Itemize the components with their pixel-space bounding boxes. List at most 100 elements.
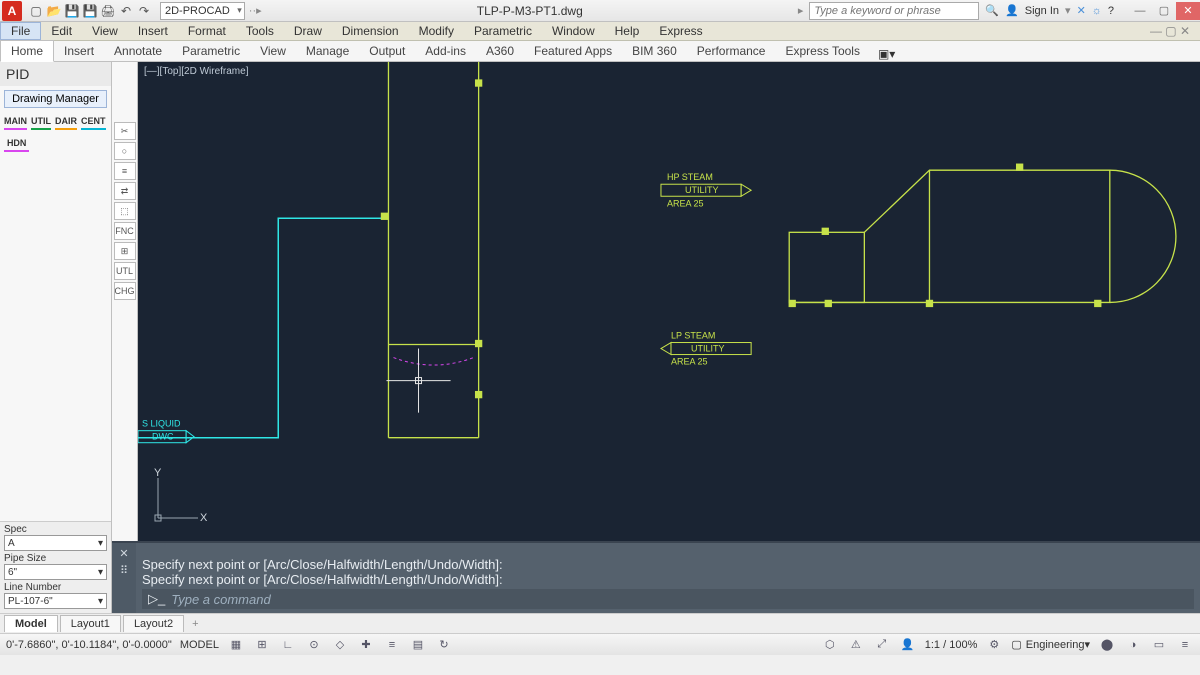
signin-caret-icon[interactable]: ▾ xyxy=(1065,4,1071,17)
exchange-icon[interactable]: ✕ xyxy=(1077,4,1086,17)
close-button[interactable]: ✕ xyxy=(1176,2,1200,20)
menu-file[interactable]: File xyxy=(0,22,41,40)
ribbon-featured[interactable]: Featured Apps xyxy=(524,41,622,61)
ribbon-addins[interactable]: Add-ins xyxy=(415,41,476,61)
cmd-handle-icon[interactable]: ⠿ xyxy=(120,564,128,577)
saveas-icon[interactable]: 💾 xyxy=(82,3,98,19)
sign-in-link[interactable]: Sign In xyxy=(1025,5,1059,17)
layout-layout2[interactable]: Layout2 xyxy=(123,615,184,632)
linenum-select[interactable]: PL-107-6"▾ xyxy=(4,593,107,609)
redo-icon[interactable]: ↷ xyxy=(136,3,152,19)
cmd-close-icon[interactable]: ✕ xyxy=(119,547,128,560)
annomonitor-icon[interactable]: ⚠ xyxy=(847,637,865,653)
ribbon-a360[interactable]: A360 xyxy=(476,41,524,61)
layout-model[interactable]: Model xyxy=(4,615,58,632)
doc-close-icon[interactable]: — ▢ ✕ xyxy=(1140,22,1200,40)
transparency-icon[interactable]: ▤ xyxy=(409,637,427,653)
osnap-icon[interactable]: ◇ xyxy=(331,637,349,653)
dyn-icon[interactable]: ✚ xyxy=(357,637,375,653)
menu-dimension[interactable]: Dimension xyxy=(332,22,409,40)
tool-lines[interactable]: ≡ xyxy=(114,162,136,180)
status-layer[interactable]: ▢ Engineering ▾ xyxy=(1011,638,1090,651)
annovis-icon[interactable]: 👤 xyxy=(899,637,917,653)
a360-icon[interactable]: ☼ xyxy=(1092,5,1102,17)
menu-window[interactable]: Window xyxy=(542,22,605,40)
ribbon-annotate[interactable]: Annotate xyxy=(104,41,172,61)
open-icon[interactable]: 📂 xyxy=(46,3,62,19)
polar-icon[interactable]: ⊙ xyxy=(305,637,323,653)
menu-express[interactable]: Express xyxy=(649,22,712,40)
ribbon-home[interactable]: Home xyxy=(0,40,54,62)
menu-insert[interactable]: Insert xyxy=(128,22,178,40)
gear-icon[interactable]: ⚙ xyxy=(985,637,1003,653)
cat-dair[interactable]: DAIR xyxy=(55,116,77,130)
minimize-button[interactable]: — xyxy=(1128,2,1152,20)
workspace-overflow-icon[interactable]: ··▸ xyxy=(249,4,262,17)
command-input[interactable]: ▷_ Type a command xyxy=(142,589,1194,609)
grid-icon[interactable]: ▦ xyxy=(227,637,245,653)
menu-parametric[interactable]: Parametric xyxy=(464,22,542,40)
app-menu-button[interactable]: A xyxy=(2,1,22,21)
ortho-icon[interactable]: ∟ xyxy=(279,637,297,653)
ribbon-bim360[interactable]: BIM 360 xyxy=(622,41,687,61)
tool-box[interactable]: ⬚ xyxy=(114,202,136,220)
ribbon-manage[interactable]: Manage xyxy=(296,41,359,61)
menu-help[interactable]: Help xyxy=(605,22,650,40)
spec-select[interactable]: A▾ xyxy=(4,535,107,551)
ucs-icon[interactable]: X Y xyxy=(148,468,208,531)
ribbon-expresstools[interactable]: Express Tools xyxy=(775,41,869,61)
layout-layout1[interactable]: Layout1 xyxy=(60,615,121,632)
status-scale[interactable]: 1:1 / 100% xyxy=(925,639,978,651)
tool-circle[interactable]: ○ xyxy=(114,142,136,160)
menu-draw[interactable]: Draw xyxy=(284,22,332,40)
pipesize-select[interactable]: 6"▾ xyxy=(4,564,107,580)
ribbon-output[interactable]: Output xyxy=(359,41,415,61)
isoplane-icon[interactable]: ⬡ xyxy=(821,637,839,653)
help-icon[interactable]: ? xyxy=(1108,5,1114,17)
search-input[interactable] xyxy=(809,2,979,20)
snap-icon[interactable]: ⊞ xyxy=(253,637,271,653)
ribbon-performance[interactable]: Performance xyxy=(687,41,776,61)
ribbon-view[interactable]: View xyxy=(250,41,296,61)
tool-grid[interactable]: ⊞ xyxy=(114,242,136,260)
workspace-selector[interactable]: 2D-PROCAD xyxy=(160,2,245,20)
status-coords[interactable]: 0'-7.6860", 0'-10.1184", 0'-0.0000" xyxy=(6,639,172,651)
tool-utl[interactable]: UTL xyxy=(114,262,136,280)
menu-tools[interactable]: Tools xyxy=(236,22,284,40)
isolate-icon[interactable]: ◑ xyxy=(1124,637,1142,653)
lineweight-icon[interactable]: ≡ xyxy=(383,637,401,653)
status-mode[interactable]: MODEL xyxy=(180,639,219,651)
layout-add-button[interactable]: + xyxy=(186,616,204,632)
tool-swap[interactable]: ⇄ xyxy=(114,182,136,200)
cat-main[interactable]: MAIN xyxy=(4,116,27,130)
print-icon[interactable]: 🖨 xyxy=(100,3,116,19)
tool-cut[interactable]: ✂ xyxy=(114,122,136,140)
hardware-icon[interactable]: ⬤ xyxy=(1098,637,1116,653)
drawing-manager-button[interactable]: Drawing Manager xyxy=(4,90,107,108)
save-icon[interactable]: 💾 xyxy=(64,3,80,19)
annoscale-icon[interactable]: ⤢ xyxy=(873,637,891,653)
new-icon[interactable]: ▢ xyxy=(28,3,44,19)
menu-edit[interactable]: Edit xyxy=(41,22,82,40)
search-caret-icon[interactable]: ▸ xyxy=(798,4,804,17)
menu-view[interactable]: View xyxy=(82,22,128,40)
cleanscreen-icon[interactable]: ▭ xyxy=(1150,637,1168,653)
cat-util[interactable]: UTIL xyxy=(31,116,51,130)
cat-hdn[interactable]: HDN xyxy=(4,138,29,152)
drawing-viewport[interactable]: [—][Top][2D Wireframe] S LIQUID DWC xyxy=(138,62,1200,541)
maximize-button[interactable]: ▢ xyxy=(1152,2,1176,20)
menu-format[interactable]: Format xyxy=(178,22,236,40)
undo-icon[interactable]: ↶ xyxy=(118,3,134,19)
cycling-icon[interactable]: ↻ xyxy=(435,637,453,653)
cat-cent[interactable]: CENT xyxy=(81,116,106,130)
ribbon-insert[interactable]: Insert xyxy=(54,41,104,61)
tool-fnc[interactable]: FNC xyxy=(114,222,136,240)
ribbon-collapse-icon[interactable]: ▣▾ xyxy=(878,47,895,61)
search-icon[interactable]: 🔍 xyxy=(985,4,999,17)
tool-chg[interactable]: CHG xyxy=(114,282,136,300)
user-icon[interactable]: 👤 xyxy=(1005,4,1019,17)
ribbon-parametric[interactable]: Parametric xyxy=(172,41,250,61)
customize-icon[interactable]: ≡ xyxy=(1176,637,1194,653)
menu-modify[interactable]: Modify xyxy=(409,22,464,40)
infocenter: ▸ 🔍 👤 Sign In ▾ ✕ ☼ ? xyxy=(798,2,1118,20)
